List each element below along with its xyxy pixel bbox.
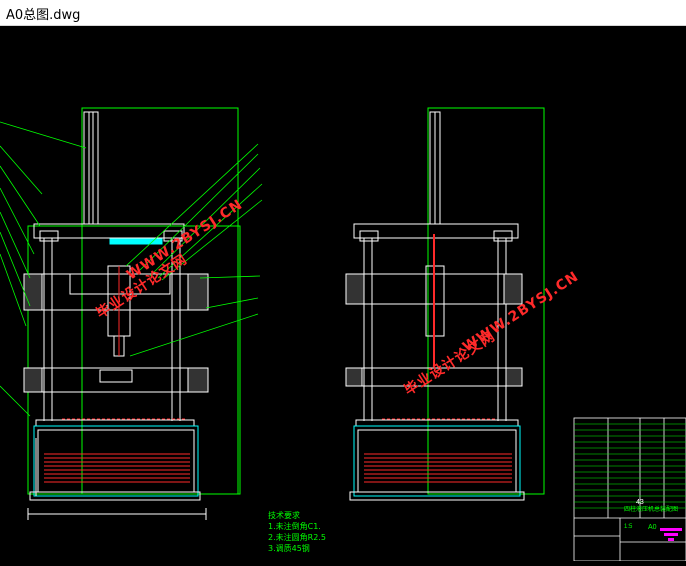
window-titlebar: A0总图.dwg [0,0,686,26]
notes-item: 3.调质45钢 [268,544,310,553]
technical-notes: 技术要求 1.未注倒角C1. 2.未注圆角R2.5 3.调质45钢 [268,510,326,554]
cad-drawing [0,107,686,562]
notes-item: 2.未注圆角R2.5 [268,533,326,542]
drawing-canvas[interactable]: 四柱液压机总装配图 A0 1:5 43 技术要求 1.未注倒角C1. 2.未注圆… [0,26,686,562]
title-block-sheet: A0 [648,524,657,531]
logo-icon [660,528,682,541]
title-block-page: 43 [636,499,644,506]
title-block-name: 四柱液压机总装配图 [624,507,679,513]
notes-item: 1.未注倒角C1. [268,522,321,531]
title-block-rows [574,423,686,509]
window-title: A0总图.dwg [6,8,81,23]
title-block-scale: 1:5 [624,524,633,530]
notes-heading: 技术要求 [268,511,300,520]
side-view [345,107,545,501]
front-view-hatch [44,418,190,483]
